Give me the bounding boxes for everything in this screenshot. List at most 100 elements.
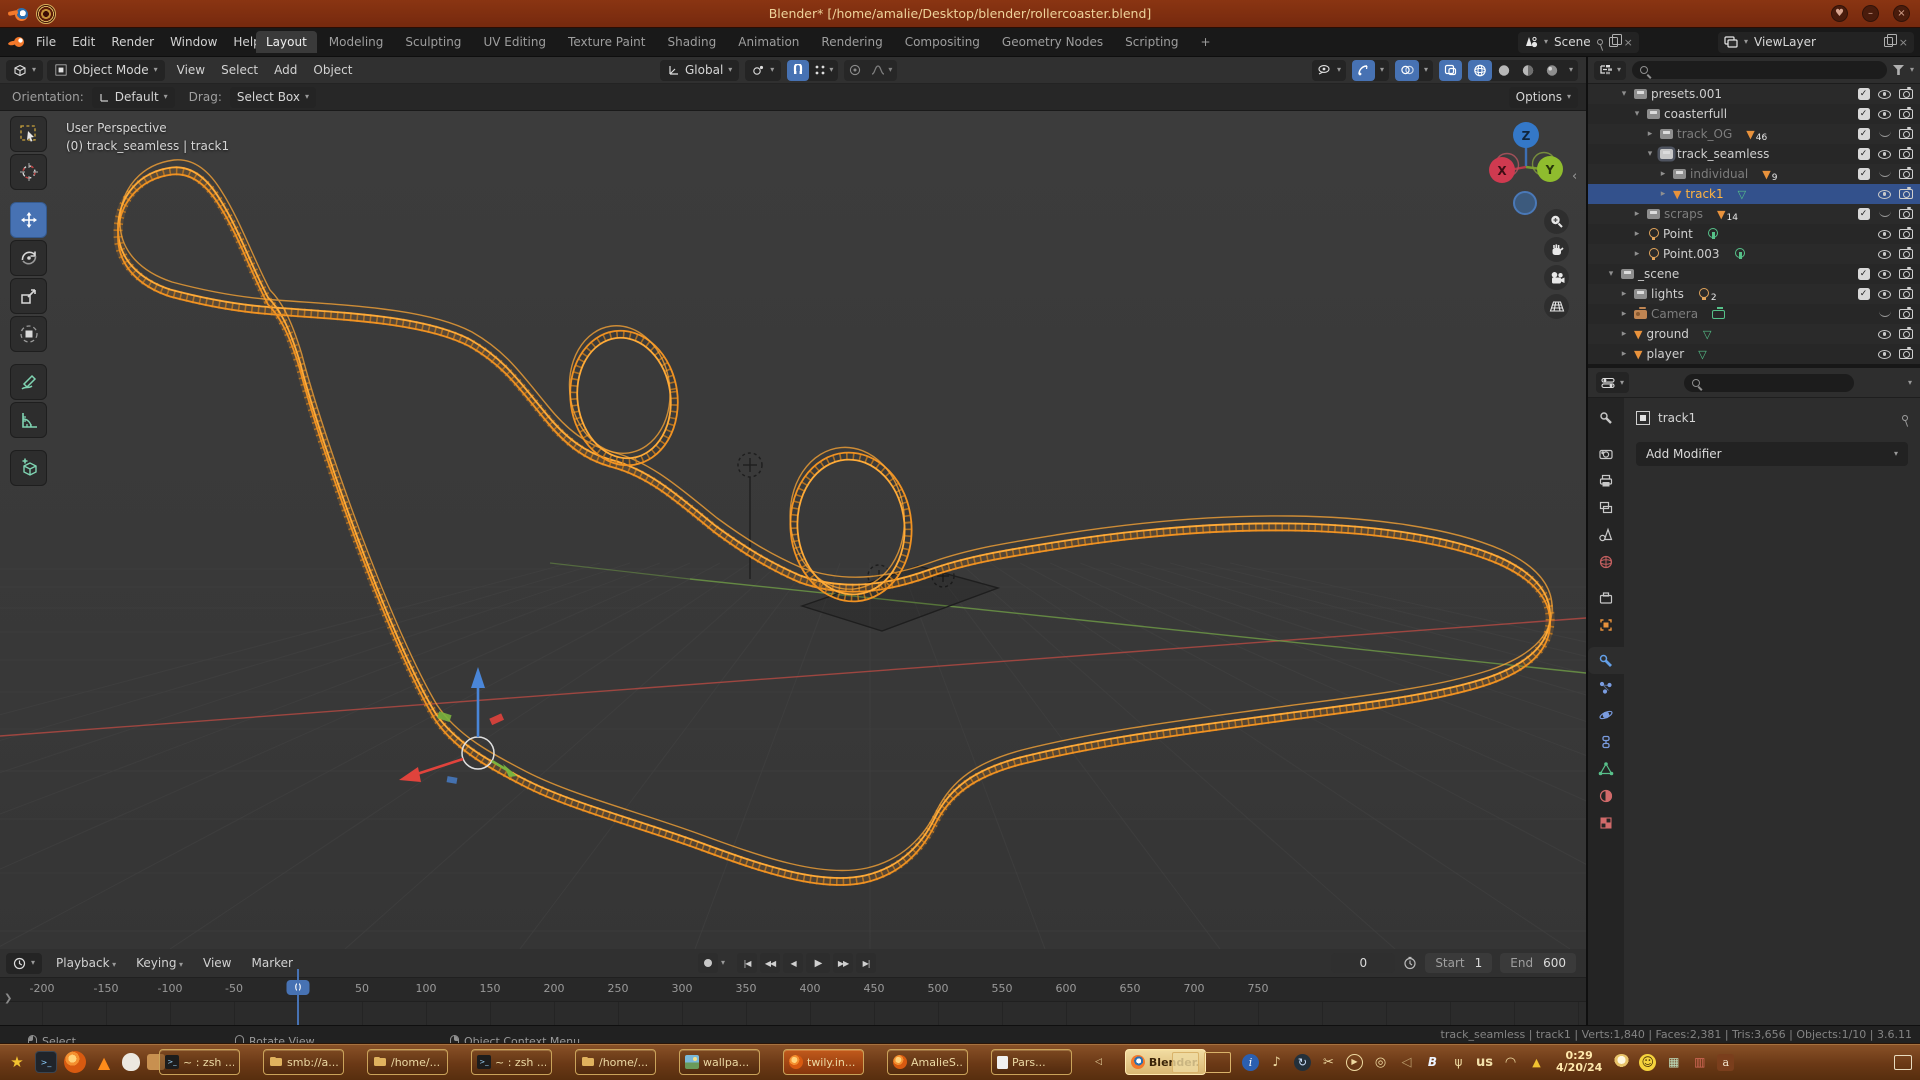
- taskbar-group-collapse-arrow[interactable]: ◁: [1095, 1057, 1102, 1067]
- xray-toggle[interactable]: [1439, 60, 1462, 81]
- launcher-media-player-icon[interactable]: ▲: [93, 1051, 115, 1073]
- tray-music-icon[interactable]: ♪: [1268, 1054, 1285, 1071]
- keying-dropdown-caret[interactable]: ▾: [721, 959, 725, 967]
- overlays-dropdown-caret[interactable]: ▾: [1419, 60, 1433, 81]
- timeline-menu-view[interactable]: View: [195, 953, 239, 973]
- taskbar-window-zsh[interactable]: >_~ : zsh ...: [159, 1049, 240, 1075]
- launcher-terminal-icon[interactable]: >_: [35, 1051, 57, 1073]
- prev-frame-button[interactable]: ◀: [783, 953, 803, 973]
- hide-viewport-eye-icon[interactable]: [1878, 250, 1891, 259]
- show-overlays-toggle[interactable]: [1395, 60, 1419, 81]
- timeline-ruler[interactable]: -200-150-100-500501001502002503003504004…: [0, 978, 1586, 1002]
- tray-usb-icon[interactable]: ψ: [1450, 1054, 1467, 1071]
- disable-render-camera-icon[interactable]: [1899, 129, 1913, 139]
- tool-move-button[interactable]: [10, 202, 47, 238]
- properties-editor-type-button[interactable]: ▾: [1596, 372, 1629, 393]
- disclosure-icon[interactable]: ▸: [1618, 349, 1630, 359]
- disable-render-camera-icon[interactable]: [1899, 169, 1913, 179]
- mode-dropdown[interactable]: Object Mode▾: [47, 60, 165, 81]
- launcher-assistant-icon[interactable]: [122, 1053, 140, 1071]
- disable-render-camera-icon[interactable]: [1899, 269, 1913, 279]
- disable-render-camera-icon[interactable]: [1899, 229, 1913, 239]
- outliner-row-presets-001[interactable]: ▾presets.001✓: [1588, 84, 1920, 104]
- disable-render-camera-icon[interactable]: [1899, 289, 1913, 299]
- unlink-scene-icon[interactable]: ×: [1624, 36, 1633, 49]
- tool-add-cube-button[interactable]: [10, 450, 47, 486]
- viewlayer-dropdown-caret[interactable]: ▾: [1744, 38, 1748, 46]
- viewport-menu-add[interactable]: Add: [266, 60, 305, 80]
- timeline-menu-keying[interactable]: Keying ▾: [128, 953, 191, 973]
- workspace-tab-rendering[interactable]: Rendering: [811, 31, 892, 53]
- exclude-checkbox[interactable]: ✓: [1858, 88, 1870, 100]
- properties-tab-texture[interactable]: [1588, 809, 1624, 836]
- pan-button[interactable]: [1544, 237, 1569, 262]
- tray-play-icon[interactable]: ▶: [1346, 1054, 1363, 1071]
- disclosure-icon[interactable]: ▸: [1644, 129, 1656, 139]
- hide-viewport-eye-icon[interactable]: [1878, 110, 1891, 119]
- timeline-editor-type-button[interactable]: ▾: [6, 953, 42, 974]
- taskbar-window-pars[interactable]: Pars...: [991, 1049, 1072, 1075]
- disable-render-camera-icon[interactable]: [1899, 109, 1913, 119]
- tray-smiley-icon[interactable]: ☺: [1639, 1054, 1656, 1071]
- hide-viewport-eye-icon[interactable]: [1878, 270, 1891, 279]
- tray-lamp-icon[interactable]: [1613, 1054, 1630, 1071]
- outliner-row-point[interactable]: ▸Point: [1588, 224, 1920, 244]
- properties-tab-world[interactable]: [1588, 548, 1624, 575]
- new-scene-icon[interactable]: [1609, 37, 1618, 47]
- hide-viewport-eye-icon[interactable]: [1878, 190, 1891, 199]
- hide-viewport-eye-closed-icon[interactable]: [1879, 131, 1891, 137]
- clock[interactable]: 0:294/20/24: [1556, 1050, 1602, 1074]
- jump-start-button[interactable]: |◀: [737, 953, 757, 973]
- add-modifier-dropdown[interactable]: Add Modifier ▾: [1636, 442, 1908, 466]
- proportional-editing-toggle[interactable]: [844, 60, 866, 81]
- properties-search-input[interactable]: [1684, 374, 1854, 392]
- options-dropdown[interactable]: Options▾: [1509, 87, 1578, 108]
- hide-viewport-eye-icon[interactable]: [1878, 290, 1891, 299]
- keyboard-layout-indicator[interactable]: us: [1476, 1055, 1493, 1070]
- exclude-checkbox[interactable]: ✓: [1858, 268, 1870, 280]
- show-gizmo-toggle[interactable]: [1352, 60, 1375, 81]
- timeline-menu-marker[interactable]: Marker: [243, 953, 300, 973]
- taskbar-window-smb-a[interactable]: smb://a...: [263, 1049, 344, 1075]
- properties-options-caret[interactable]: ▾: [1908, 379, 1912, 387]
- menu-file[interactable]: File: [28, 32, 64, 52]
- outliner-row-scraps[interactable]: ▸scraps▼14✓: [1588, 204, 1920, 224]
- tray-wifi-icon[interactable]: ◠: [1502, 1054, 1519, 1071]
- pin-icon[interactable]: [1596, 38, 1604, 46]
- disable-render-camera-icon[interactable]: [1899, 349, 1913, 359]
- outliner-editor-type-button[interactable]: ▾: [1594, 61, 1626, 80]
- keep-above-button[interactable]: ♥: [1831, 5, 1848, 22]
- properties-tab-physics[interactable]: [1588, 701, 1624, 728]
- tool-transform-button[interactable]: [10, 316, 47, 352]
- hide-viewport-eye-icon[interactable]: [1878, 230, 1891, 239]
- play-button[interactable]: ▶: [806, 953, 830, 973]
- show-desktop-button[interactable]: [1894, 1055, 1912, 1070]
- orientation-value-dropdown[interactable]: Default▾: [92, 87, 175, 108]
- disclosure-icon[interactable]: ▸: [1618, 309, 1630, 319]
- shading-rendered-button[interactable]: [1540, 60, 1564, 81]
- tray-speaker-icon[interactable]: ◁: [1398, 1054, 1415, 1071]
- editor-type-button[interactable]: ▾: [6, 60, 43, 81]
- disable-render-camera-icon[interactable]: [1899, 329, 1913, 339]
- pager-desktop-1[interactable]: [1172, 1052, 1199, 1073]
- disclosure-icon[interactable]: ▾: [1605, 269, 1617, 279]
- shading-material-button[interactable]: [1516, 60, 1540, 81]
- hide-viewport-eye-closed-icon[interactable]: [1879, 211, 1891, 217]
- exclude-checkbox[interactable]: ✓: [1858, 148, 1870, 160]
- viewport-3d-canvas[interactable]: User Perspective (0) track_seamless | tr…: [0, 111, 1586, 949]
- taskbar-window-amalies[interactable]: AmalieS...: [887, 1049, 968, 1075]
- scene-dropdown-caret[interactable]: ▾: [1544, 38, 1548, 46]
- outliner-filter-caret[interactable]: ▾: [1910, 66, 1914, 74]
- viewport-menu-object[interactable]: Object: [305, 60, 360, 80]
- scene-selector[interactable]: ▾ Scene ×: [1518, 32, 1639, 53]
- next-keyframe-button[interactable]: ▶▶: [833, 953, 853, 973]
- outliner-row-track1[interactable]: ▸▼track1▽: [1588, 184, 1920, 204]
- snap-with-dropdown[interactable]: ▾: [809, 60, 838, 81]
- tray-calculator-icon[interactable]: ▦: [1665, 1054, 1682, 1071]
- disclosure-icon[interactable]: ▾: [1644, 149, 1656, 159]
- exclude-checkbox[interactable]: ✓: [1858, 128, 1870, 140]
- workspace-tab-sculpting[interactable]: Sculpting: [395, 31, 471, 53]
- taskbar-window-zsh[interactable]: >_~ : zsh ...: [471, 1049, 552, 1075]
- workspace-tab-compositing[interactable]: Compositing: [895, 31, 990, 53]
- outliner-row-ground[interactable]: ▸▼ground▽: [1588, 324, 1920, 344]
